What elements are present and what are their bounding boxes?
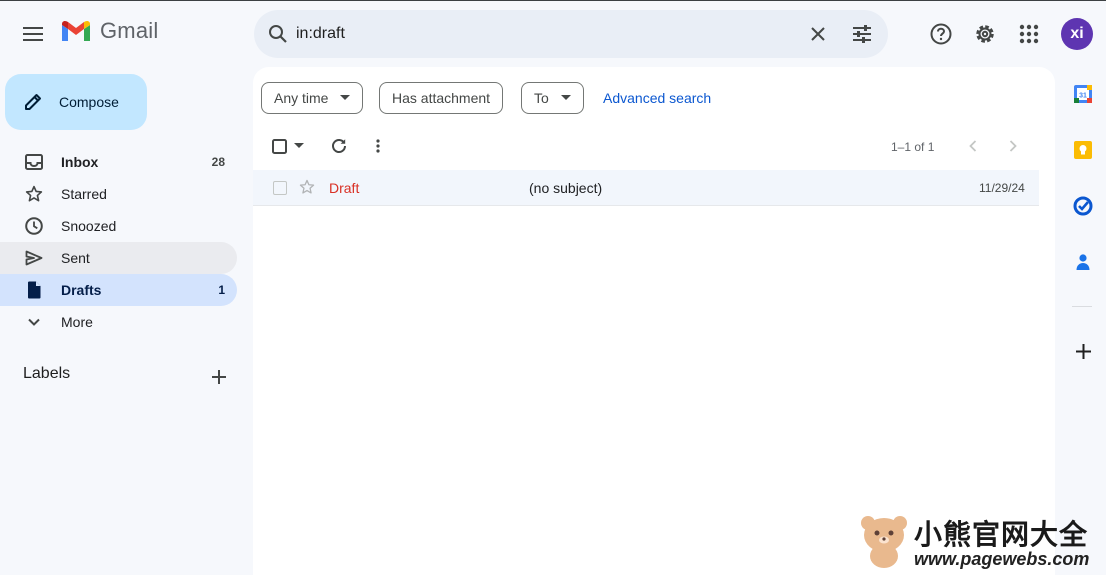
plus-icon [212,370,226,384]
close-icon [811,27,825,41]
bear-logo-icon [861,516,907,568]
chevron-right-icon [1009,140,1017,152]
filter-to[interactable]: To [521,82,584,114]
gmail-logo[interactable]: Gmail [60,18,158,44]
sidebar-item-label: Starred [61,186,107,202]
search-options-button[interactable] [848,20,876,48]
gmail-m-icon [62,20,90,41]
dropdown-arrow-icon [294,143,304,148]
calendar-icon: 31 [1074,85,1092,103]
watermark-url: www.pagewebs.com [914,549,1090,569]
tasks-app-button[interactable] [1071,194,1095,218]
compose-button[interactable]: Compose [5,74,147,130]
sidebar-item-label: Inbox [61,154,99,170]
select-options-button[interactable] [292,140,306,152]
draft-icon [24,280,44,300]
pagination-text: 1–1 of 1 [891,140,935,154]
newer-page-button[interactable] [965,137,981,155]
tune-icon [853,25,871,43]
plus-icon [1075,343,1091,359]
apps-grid-icon [1019,24,1039,44]
sidebar-item-label: Drafts [61,282,102,298]
labels-heading: Labels [23,365,71,382]
select-all-checkbox[interactable] [271,138,287,154]
watermark-title: 小熊官网大全 [914,518,1089,551]
sidebar-item-more[interactable]: More [0,306,237,338]
table-row[interactable]: Draft (no subject) 11/29/24 [253,170,1039,206]
search-icon [269,25,287,43]
main-menu-button[interactable] [15,16,51,52]
filter-label: Any time [274,90,329,106]
checkbox-icon [271,138,287,154]
search-bar [254,10,888,58]
google-apps-button[interactable] [1015,20,1043,48]
unread-count: 1 [218,283,225,297]
rail-divider [1072,306,1092,307]
refresh-icon [332,139,346,153]
top-bar: Gmail in:draft xi [0,1,1106,67]
contacts-icon [1076,254,1090,270]
chevron-left-icon [969,140,977,152]
sidebar-item-label: Snoozed [61,218,117,234]
gmail-wordmark: Gmail [100,18,159,43]
help-icon [930,23,952,45]
sidebar-item-sent[interactable]: Sent [0,242,237,274]
sidebar-item-starred[interactable]: Starred [0,178,237,210]
contacts-app-button[interactable] [1071,250,1095,274]
message-subject: (no subject) [529,180,603,196]
sidebar-item-inbox[interactable]: Inbox 28 [0,146,237,178]
send-icon [24,248,44,268]
keep-icon [1074,141,1092,159]
sidebar-item-snoozed[interactable]: Snoozed [0,210,237,242]
hamburger-icon [23,27,43,41]
sidebar-item-label: More [61,314,93,330]
clock-icon [24,216,44,236]
star-toggle[interactable] [299,179,315,200]
help-button[interactable] [927,20,955,48]
create-label-button[interactable] [208,366,230,388]
account-avatar[interactable]: xi [1061,18,1093,50]
sidebar-item-drafts[interactable]: Drafts 1 [0,274,237,306]
star-icon [24,184,44,204]
row-checkbox[interactable] [273,181,287,195]
sidebar-item-label: Sent [61,250,90,266]
keep-app-button[interactable] [1071,138,1095,162]
sidebar-nav: Inbox 28 Starred Snoozed Sent Drafts 1 M… [0,146,240,338]
message-date: 11/29/24 [979,181,1025,195]
filter-any-time[interactable]: Any time [261,82,364,114]
inbox-icon [24,152,44,172]
advanced-search-link[interactable]: Advanced search [603,90,711,106]
calendar-app-button[interactable]: 31 [1071,82,1095,106]
site-watermark: 小熊官网大全 www.pagewebs.com [858,511,1098,571]
dropdown-arrow-icon [340,95,351,100]
dropdown-arrow-icon [560,95,571,100]
tasks-icon [1073,196,1093,216]
more-vert-icon [376,139,380,153]
older-page-button[interactable] [1005,137,1021,155]
filter-label: Has attachment [392,90,491,106]
message-sender: Draft [329,180,360,196]
pencil-icon [25,94,41,110]
message-list-panel: Any time Has attachment To Advanced sear… [253,67,1055,575]
unread-count: 28 [211,155,225,169]
refresh-button[interactable] [329,136,349,156]
filter-has-attachment[interactable]: Has attachment [379,82,504,114]
gear-icon [976,25,994,43]
star-icon [299,179,315,194]
svg-text:31: 31 [1079,93,1087,100]
get-addons-button[interactable] [1071,339,1095,363]
settings-button[interactable] [971,20,999,48]
search-button[interactable] [264,20,292,48]
chevron-down-icon [24,312,44,332]
clear-search-button[interactable] [804,20,832,48]
compose-label: Compose [59,94,119,110]
search-input[interactable] [296,18,776,50]
filter-label: To [534,90,549,106]
more-actions-button[interactable] [370,136,386,156]
